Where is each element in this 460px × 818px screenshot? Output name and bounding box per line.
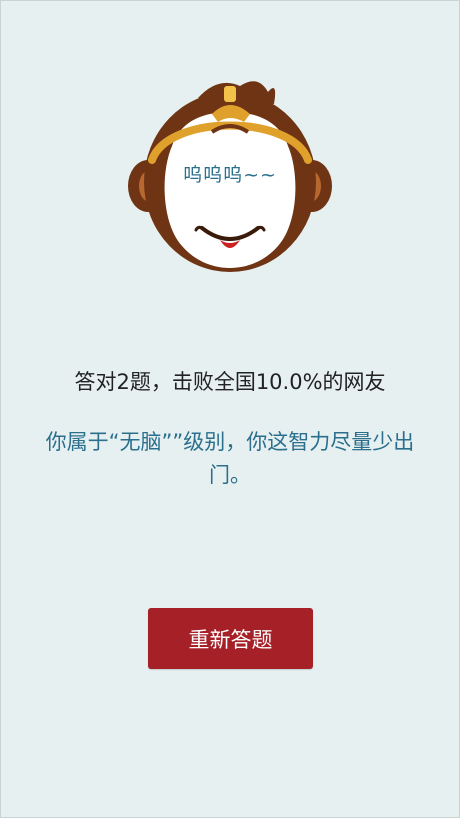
headband-gem — [224, 86, 236, 102]
result-comment: 你属于“无脑””级别，你这智力尽量少出门。 — [45, 430, 415, 487]
score-summary: 答对2题，击败全国10.0%的网友 — [74, 370, 386, 394]
monkey-face-icon: 呜呜呜~~ — [128, 74, 332, 274]
mascot-caption: 呜呜呜~~ — [183, 164, 277, 186]
retry-button[interactable]: 重新答题 — [148, 608, 313, 669]
